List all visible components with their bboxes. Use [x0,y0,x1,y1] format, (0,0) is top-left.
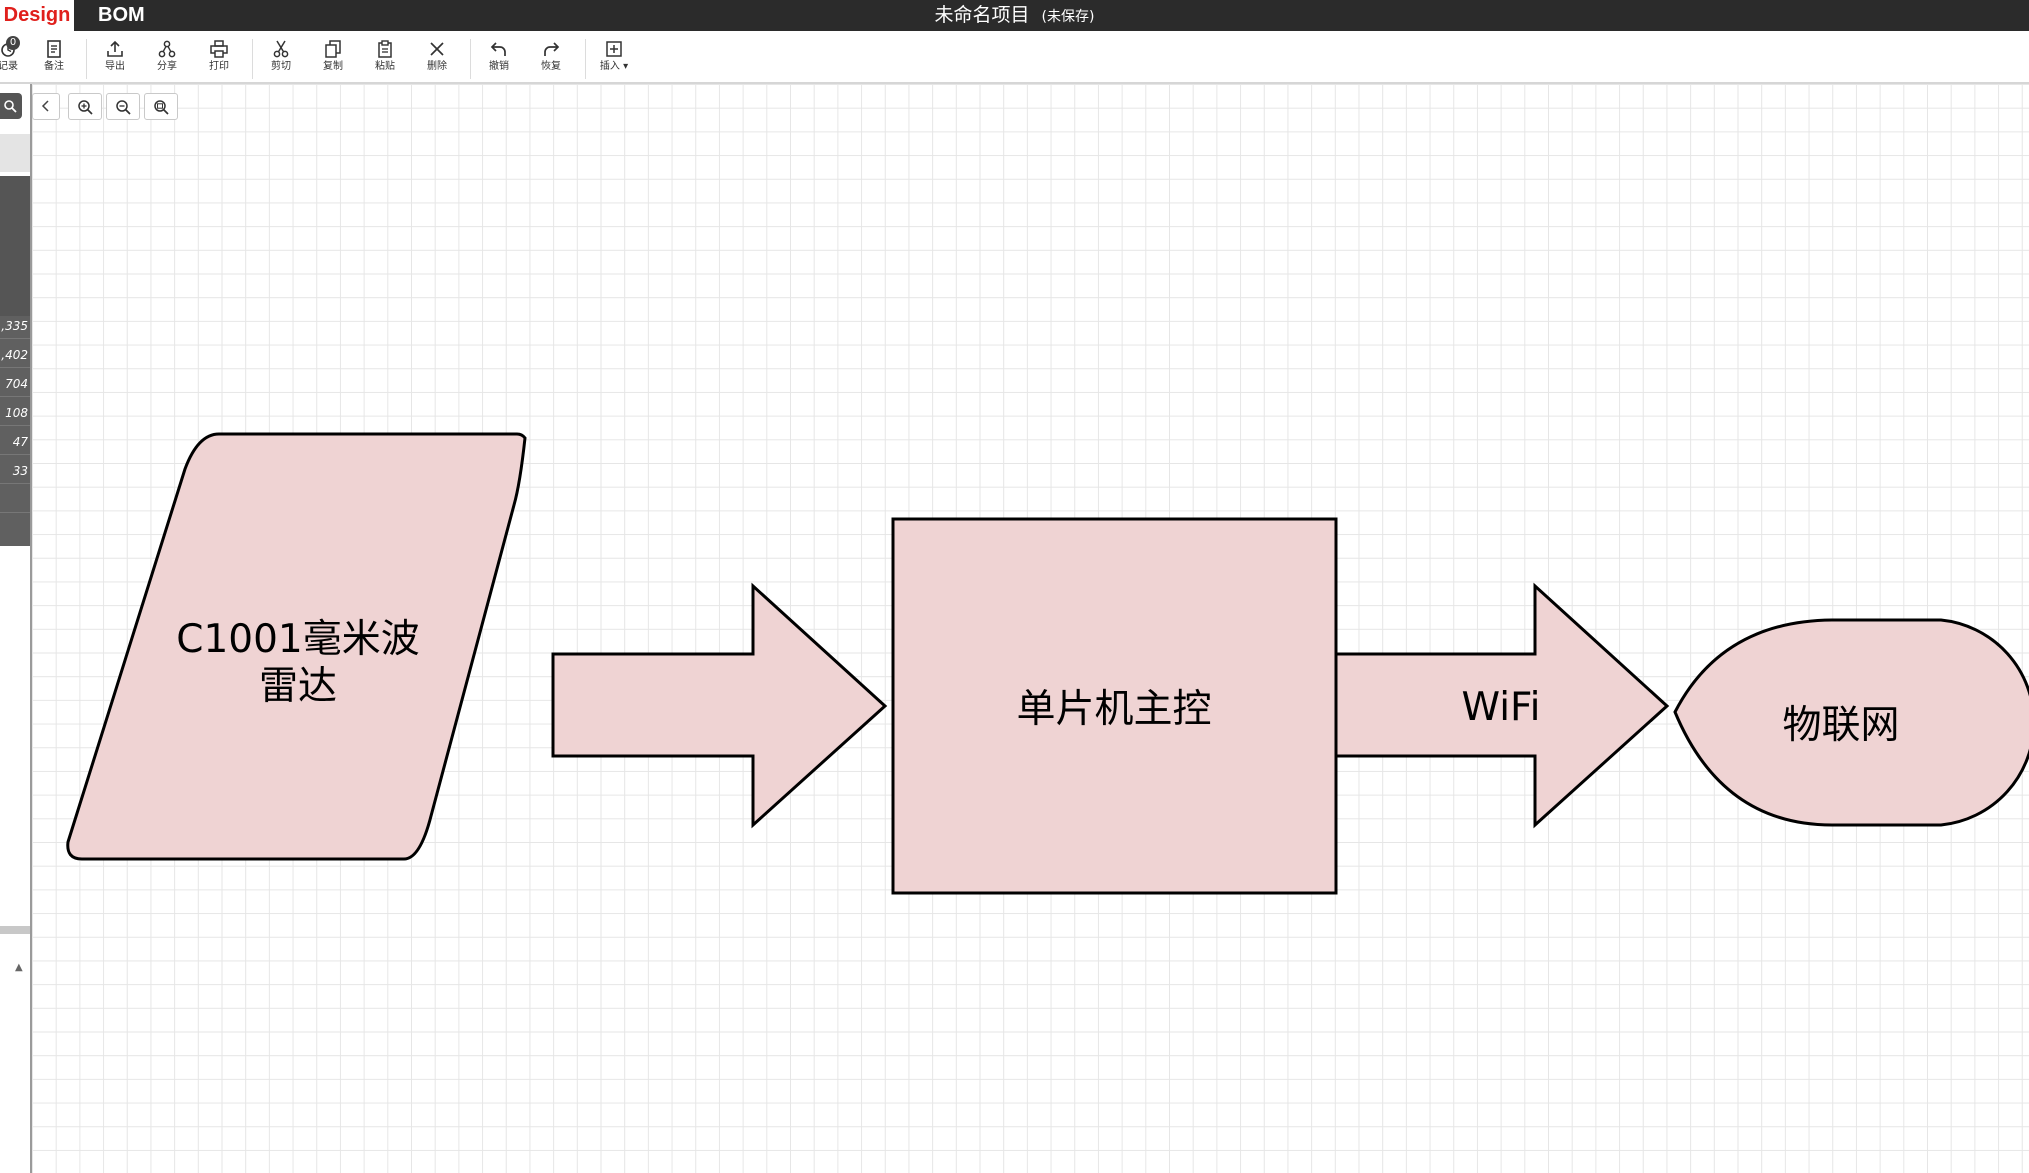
wifi-label: WiFi [1462,685,1541,730]
divider [0,454,30,455]
title-bar: Design BOM 未命名项目 (未保存) [0,0,2029,31]
copy-button[interactable]: 复制 [311,37,355,79]
redo-icon [544,42,560,56]
insert-label: 插入 ▾ [599,61,629,72]
sidebar-header [0,176,30,316]
toolbar-divider [252,39,253,79]
list-item: 108 [5,406,28,420]
delete-icon [430,42,444,56]
scroll-up-icon[interactable]: ▲ [15,962,23,973]
diagram-canvas[interactable]: C1001毫米波 雷达 单片机主控 WiFi 物联网 [32,84,2029,1173]
sidebar-section [0,134,30,172]
insert-button[interactable]: 插入 ▾ [592,37,636,79]
export-label: 导出 [105,61,125,72]
iot-label: 物联网 [1782,703,1899,748]
sidebar-value-list: ,335 ,402 704 108 47 33 [0,316,30,546]
delete-button[interactable]: 删除 [415,37,459,79]
toolbar-divider [86,39,87,79]
print-button[interactable]: 打印 [197,37,241,79]
mcu-node[interactable]: 单片机主控 [891,517,1338,895]
cut-icon [273,40,289,58]
share-icon [158,40,176,58]
arrow-radar-to-mcu[interactable] [551,582,888,829]
iot-node[interactable]: 物联网 [1673,618,2029,827]
search-icon [4,100,17,113]
note-button[interactable]: 备注 [32,37,76,79]
divider [0,425,30,426]
paste-icon [378,40,392,58]
project-title-area: 未命名项目 (未保存) [0,0,2029,31]
divider [0,396,30,397]
redo-button[interactable]: 恢复 [529,37,573,79]
list-item: 704 [5,377,28,391]
undo-label: 撤销 [489,61,509,72]
print-label: 打印 [209,61,229,72]
copy-icon [325,40,341,58]
paste-label: 粘贴 [375,61,395,72]
list-item: 47 [12,435,28,449]
divider [0,483,30,484]
sidebar-search-button[interactable] [0,93,22,119]
export-button[interactable]: 导出 [93,37,137,79]
divider [0,338,30,339]
radar-label-line1: C1001毫米波 [176,617,419,662]
sidebar-scrollbar[interactable] [0,926,30,934]
delete-label: 删除 [427,61,447,72]
copy-label: 复制 [323,61,343,72]
list-item: ,402 [1,348,28,362]
divider [0,367,30,368]
export-icon [107,40,123,57]
history-count-badge: 0 [6,36,20,50]
radar-node[interactable]: C1001毫米波 雷达 [66,432,527,861]
list-item: ,335 [1,319,28,333]
arrow-mcu-to-iot[interactable]: WiFi [1334,582,1670,829]
save-status: (未保存) [1041,9,1095,25]
toolbar-divider [470,39,471,79]
history-label: 记录 [0,61,18,72]
note-label: 备注 [44,61,64,72]
mcu-label: 单片机主控 [1016,687,1211,732]
sidebar-content [0,546,30,926]
toolbar-divider [585,39,586,79]
cut-label: 剪切 [271,61,291,72]
redo-label: 恢复 [541,61,561,72]
undo-icon [490,42,506,56]
share-label: 分享 [157,61,177,72]
undo-button[interactable]: 撤销 [477,37,521,79]
cut-button[interactable]: 剪切 [259,37,303,79]
diagram: C1001毫米波 雷达 单片机主控 WiFi 物联网 [66,432,2029,895]
project-title: 未命名项目 [934,4,1030,26]
dropdown-caret-icon: ▾ [623,61,629,72]
toolbar: 记录 0 备注 导出 分享 打印 剪切 复制 粘贴 删除 撤销 恢复 插入 ▾ [0,31,2029,84]
print-icon [210,40,228,58]
block-arrow-shape[interactable] [551,582,888,829]
radar-label-line2: 雷达 [259,664,337,709]
list-item: 33 [12,464,28,478]
divider [0,512,30,513]
share-button[interactable]: 分享 [145,37,189,79]
paste-button[interactable]: 粘贴 [363,37,407,79]
left-sidebar: ,335 ,402 704 108 47 33 ▲ [0,84,32,1173]
note-icon [47,40,61,58]
insert-icon [606,41,622,57]
